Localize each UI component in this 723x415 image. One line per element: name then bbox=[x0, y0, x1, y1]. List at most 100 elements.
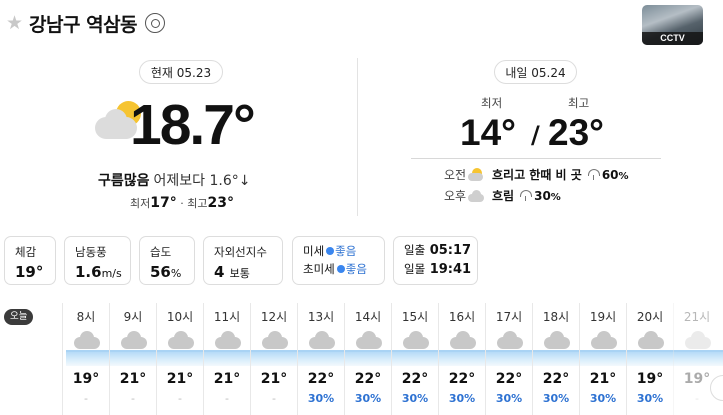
feels-like-card[interactable]: 체감 19° bbox=[4, 236, 56, 285]
cloud-icon bbox=[262, 329, 288, 349]
star-icon[interactable]: ★ bbox=[6, 13, 23, 33]
hour-precip: 30% bbox=[542, 392, 570, 405]
hour-temperature: 21° bbox=[260, 371, 288, 387]
hour-time: 11시 bbox=[213, 310, 241, 324]
tomorrow-date-pill: 내일 05.24 bbox=[494, 60, 577, 84]
target-icon[interactable] bbox=[145, 13, 166, 33]
cloud-icon bbox=[215, 329, 241, 349]
sunrise-row: 일출 05:17 bbox=[404, 243, 472, 258]
pm10-row: 미세 좋음 bbox=[303, 244, 357, 258]
tomorrow-min: 14° bbox=[460, 112, 516, 153]
uv-label: 자외선지수 bbox=[214, 245, 267, 259]
today-tag: 오늘 bbox=[4, 309, 34, 325]
cctv-thumbnail[interactable]: CCTV bbox=[642, 5, 703, 45]
hour-column: 21시 19° - bbox=[673, 303, 720, 415]
uv-card[interactable]: 자외선지수 4 보통 bbox=[203, 236, 283, 285]
today-min-max: 최저17° · 최고23° bbox=[130, 195, 234, 211]
hour-precip: 30% bbox=[495, 392, 523, 405]
hour-column: 18시 22° 30% bbox=[532, 303, 579, 415]
humidity-card[interactable]: 습도 56% bbox=[139, 236, 195, 285]
location-header: ★ 강남구 역삼동 bbox=[6, 8, 166, 38]
hour-precip: - bbox=[225, 392, 229, 405]
tomorrow-max-label: 최고 bbox=[568, 96, 590, 110]
hour-precip: - bbox=[131, 392, 135, 405]
hour-column: 15시 22° 30% bbox=[391, 303, 438, 415]
cloud-icon bbox=[168, 329, 194, 349]
hour-time: 9시 bbox=[123, 310, 143, 324]
hour-column: 20시 19° 30% bbox=[626, 303, 673, 415]
tomorrow-max: 23° bbox=[548, 112, 604, 153]
pm25-row: 초미세 좋음 bbox=[303, 262, 367, 276]
dust-card[interactable]: 미세 좋음 초미세 좋음 bbox=[292, 236, 385, 285]
hour-column: 13시 22° 30% bbox=[297, 303, 344, 415]
hour-column: 12시 21° - bbox=[250, 303, 297, 415]
cloud-sun-rain-icon bbox=[468, 167, 488, 182]
hour-time: 13시 bbox=[307, 310, 335, 324]
today-sep: · bbox=[180, 197, 184, 210]
wind-label: 남동풍 bbox=[75, 245, 107, 259]
am-description: 흐리고 한때 비 곳 bbox=[492, 168, 582, 182]
hour-time: 8시 bbox=[76, 310, 96, 324]
sun-card[interactable]: 일출 05:17 일몰 19:41 bbox=[393, 236, 478, 285]
feels-like-label: 체감 bbox=[15, 245, 37, 259]
tomorrow-am-row: 오전 흐리고 한때 비 곳 60% bbox=[444, 166, 629, 183]
cloud-icon bbox=[121, 329, 147, 349]
hour-precip: - bbox=[84, 392, 88, 405]
location-name[interactable]: 강남구 역삼동 bbox=[29, 10, 138, 37]
hour-time: 14시 bbox=[354, 310, 382, 324]
today-description: 구름많음 어제보다 1.6°↓ bbox=[98, 170, 251, 190]
hour-column: 10시 21° - bbox=[156, 303, 203, 415]
umbrella-icon bbox=[587, 169, 600, 180]
section-divider bbox=[357, 58, 358, 216]
hour-time: 16시 bbox=[448, 310, 476, 324]
hour-time: 17시 bbox=[495, 310, 523, 324]
pm-pop: 30% bbox=[534, 188, 561, 203]
humidity-value: 56% bbox=[150, 263, 182, 281]
pm-description: 흐림 bbox=[492, 189, 515, 203]
cloud-icon bbox=[74, 329, 100, 349]
hour-temperature: 22° bbox=[354, 371, 382, 387]
hour-precip: - bbox=[272, 392, 276, 405]
pm-label: 오후 bbox=[444, 189, 467, 203]
cctv-label: CCTV bbox=[642, 32, 703, 45]
today-min: 17° bbox=[150, 195, 177, 211]
hour-time: 15시 bbox=[401, 310, 429, 324]
humidity-label: 습도 bbox=[150, 245, 172, 259]
wind-value: 1.6m/s bbox=[75, 263, 122, 281]
wind-card[interactable]: 남동풍 1.6m/s bbox=[64, 236, 131, 285]
hour-column: 14시 22° 30% bbox=[344, 303, 391, 415]
hour-temperature: 22° bbox=[448, 371, 476, 387]
am-label: 오전 bbox=[444, 168, 467, 182]
hour-column: 19시 21° 30% bbox=[579, 303, 626, 415]
cloud-icon bbox=[638, 329, 664, 349]
hour-precip: 30% bbox=[636, 392, 664, 405]
hour-temperature: 22° bbox=[542, 371, 570, 387]
hour-column: 8시 19° - bbox=[62, 303, 109, 415]
cloud-icon bbox=[356, 329, 382, 349]
hour-temperature: 21° bbox=[166, 371, 194, 387]
yesterday-compare: 어제보다 1.6°↓ bbox=[153, 173, 251, 189]
hour-temperature: 21° bbox=[589, 371, 617, 387]
hour-precip: 30% bbox=[589, 392, 617, 405]
today-min-label: 최저 bbox=[130, 197, 151, 210]
hour-column: 16시 22° 30% bbox=[438, 303, 485, 415]
hour-column: 9시 21° - bbox=[109, 303, 156, 415]
umbrella-icon bbox=[520, 190, 533, 201]
tomorrow-min-label: 최저 bbox=[481, 96, 503, 110]
hour-temperature: 22° bbox=[307, 371, 335, 387]
cloud-icon bbox=[497, 329, 523, 349]
sunset-row: 일몰 19:41 bbox=[404, 262, 472, 277]
cloud-icon bbox=[544, 329, 570, 349]
hour-precip: 30% bbox=[401, 392, 429, 405]
tomorrow-divider bbox=[411, 158, 661, 159]
am-pop: 60% bbox=[601, 167, 629, 182]
hour-time: 18시 bbox=[542, 310, 570, 324]
hour-precip: 30% bbox=[354, 392, 382, 405]
hour-temperature: 22° bbox=[401, 371, 429, 387]
hour-column: 17시 22° 30% bbox=[485, 303, 532, 415]
cloud-icon bbox=[403, 329, 429, 349]
cloud-icon bbox=[685, 329, 711, 349]
uv-value: 4 보통 bbox=[214, 263, 250, 281]
today-max: 23° bbox=[207, 195, 234, 211]
hour-temperature: 22° bbox=[495, 371, 523, 387]
